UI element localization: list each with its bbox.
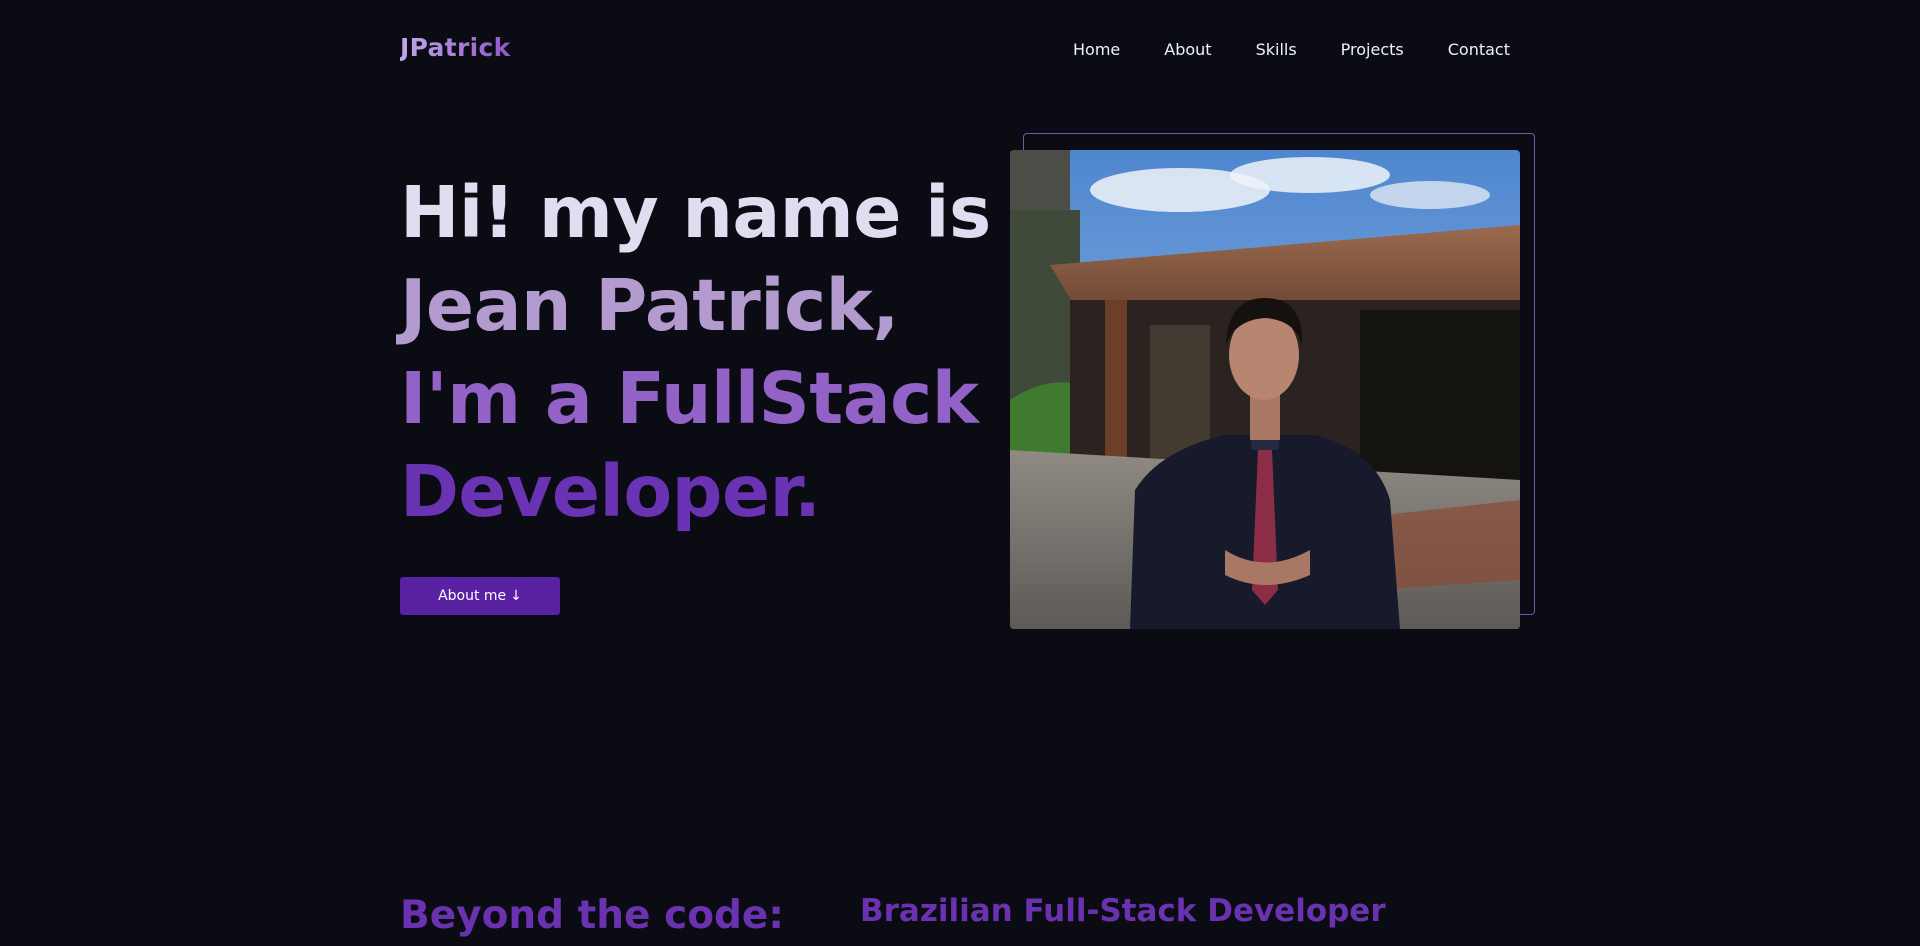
nav-link-projects[interactable]: Projects [1341, 38, 1404, 62]
about-me-button[interactable]: About me ↓ [400, 577, 560, 615]
nav-link-skills[interactable]: Skills [1256, 38, 1297, 62]
hero-line-role: I'm a FullStack [400, 357, 979, 440]
about-me-button-label: About me [438, 588, 507, 604]
arrow-down-icon: ↓ [510, 588, 522, 604]
hero-line-name: Jean Patrick, [400, 264, 899, 347]
nav-link-about[interactable]: About [1164, 38, 1211, 62]
navbar: JPatrick Home About Skills Projects Cont… [0, 0, 1920, 100]
hero-line-title: Developer. [400, 450, 821, 533]
nav-link-home[interactable]: Home [1073, 38, 1120, 62]
nav-links: Home About Skills Projects Contact [1073, 38, 1510, 62]
site-logo[interactable]: JPatrick [400, 31, 511, 65]
hero-line-greeting: Hi! my name is [400, 171, 991, 254]
about-section-heading: Beyond the code: [400, 893, 784, 938]
hero-heading: Hi! my name is Jean Patrick, I'm a FullS… [400, 166, 991, 538]
about-section-subtitle: Brazilian Full-Stack Developer [860, 893, 1386, 929]
profile-photo [1010, 150, 1520, 629]
nav-link-contact[interactable]: Contact [1448, 38, 1510, 62]
